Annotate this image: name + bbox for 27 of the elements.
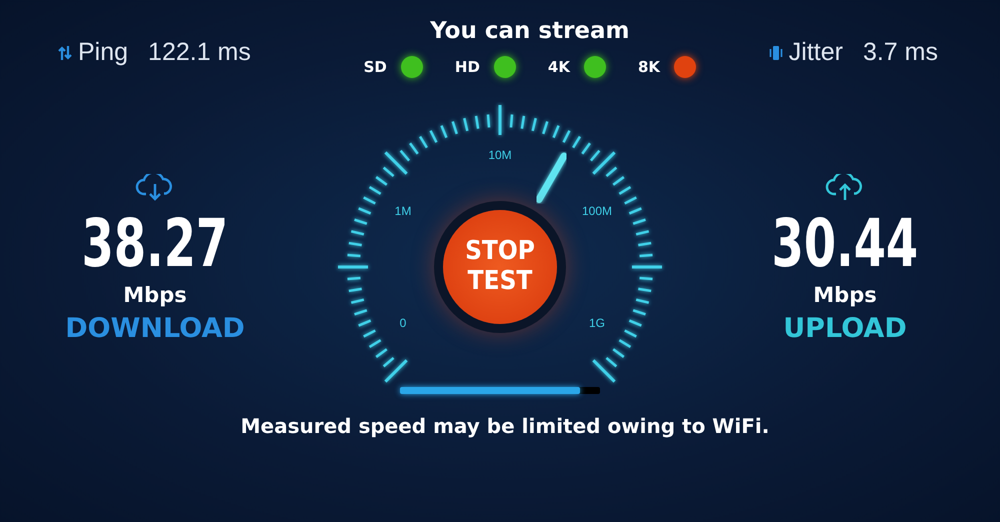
ping-value: 122.1 ms bbox=[148, 38, 251, 67]
upload-label: UPLOAD bbox=[783, 312, 907, 344]
quality-label: HD bbox=[454, 58, 480, 76]
stream-title: You can stream bbox=[430, 18, 630, 44]
gauge-label: 0 bbox=[400, 316, 406, 330]
quality-label: SD bbox=[364, 58, 387, 76]
download-unit: Mbps bbox=[123, 282, 187, 307]
download-speed: 38.27 bbox=[82, 208, 228, 281]
gauge-label: 1M bbox=[394, 204, 412, 218]
vibration-icon bbox=[768, 44, 783, 62]
jitter-value: 3.7 ms bbox=[862, 38, 938, 67]
ping-label: Ping bbox=[78, 38, 128, 67]
download-label: DOWNLOAD bbox=[65, 312, 245, 344]
gauge-label: 100M bbox=[582, 204, 612, 218]
upload-unit: Mbps bbox=[813, 282, 877, 307]
quality-label: 8K bbox=[638, 58, 660, 76]
updown-arrows-icon bbox=[58, 44, 72, 60]
cloud-upload-icon bbox=[825, 174, 865, 202]
info-message: Measured speed may be limited owing to WiFi. bbox=[240, 414, 770, 438]
jitter-label: Jitter bbox=[788, 38, 843, 67]
gauge-needle bbox=[536, 152, 568, 203]
quality-label: 4K bbox=[548, 58, 570, 76]
gauge-label: 10M bbox=[488, 148, 512, 162]
stop-test-button[interactable]: STOP TEST bbox=[443, 210, 557, 324]
gauge-label: 1G bbox=[588, 316, 605, 330]
cloud-download-icon bbox=[135, 174, 175, 202]
upload-speed: 30.44 bbox=[772, 208, 918, 281]
